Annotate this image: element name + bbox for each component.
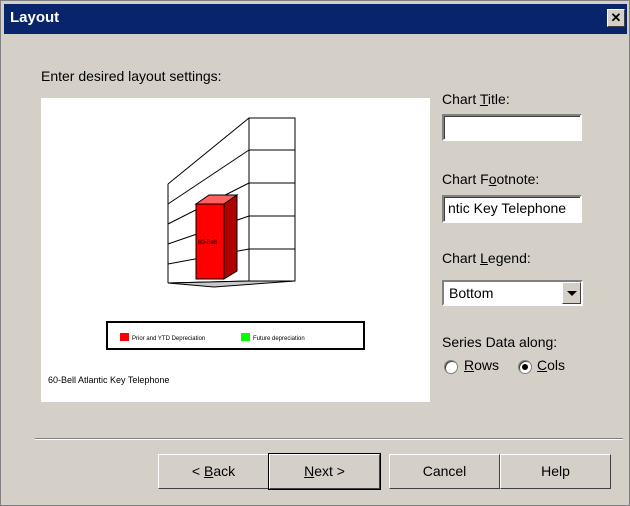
chart-legend-value: Bottom [449, 285, 494, 301]
chart-footnote-label: Chart Footnote: [442, 171, 540, 187]
title-bar: Layout ✕ [4, 4, 627, 34]
chart-legend-label: Chart Legend: [442, 250, 531, 266]
series-data-label: Series Data along: [442, 334, 558, 350]
cancel-button[interactable]: Cancel [389, 454, 500, 489]
rows-label[interactable]: Rows [464, 357, 499, 373]
help-button[interactable]: Help [500, 454, 611, 489]
rows-radio[interactable] [444, 360, 458, 374]
close-button[interactable]: ✕ [607, 9, 625, 27]
cols-label[interactable]: Cols [537, 357, 565, 373]
cols-radio[interactable] [518, 360, 532, 374]
window-title: Layout [10, 9, 60, 26]
chart-preview: 60-Bell Prior and YTD Depreciation Futur… [41, 98, 430, 402]
layout-dialog: Layout ✕ Enter desired layout settings: … [0, 0, 630, 506]
chart-bar [194, 194, 239, 280]
chart-title-input[interactable] [442, 114, 582, 141]
chart-preview-graphic: 60-Bell Prior and YTD Depreciation Futur… [48, 117, 365, 385]
chart-footnote-input[interactable]: ntic Key Telephone [442, 195, 582, 223]
chart-floor [167, 280, 296, 288]
separator [35, 438, 623, 440]
legend-series-1: Prior and YTD Depreciation [132, 336, 205, 342]
legend-series-2: Future depreciation [253, 336, 305, 342]
close-icon: ✕ [610, 10, 622, 25]
bar-label: 60-Bell [198, 240, 217, 246]
chart-title-label: Chart Title: [442, 91, 510, 107]
next-button[interactable]: Next > [268, 453, 381, 490]
instructions-label: Enter desired layout settings: [41, 68, 222, 84]
chart-legend: Prior and YTD Depreciation Future deprec… [106, 321, 365, 350]
chart-legend-select[interactable]: Bottom [442, 280, 583, 306]
chart-footnote-preview: 60-Bell Atlantic Key Telephone [48, 375, 169, 385]
back-button[interactable]: < Back [158, 454, 269, 489]
chevron-down-icon[interactable] [562, 282, 581, 304]
